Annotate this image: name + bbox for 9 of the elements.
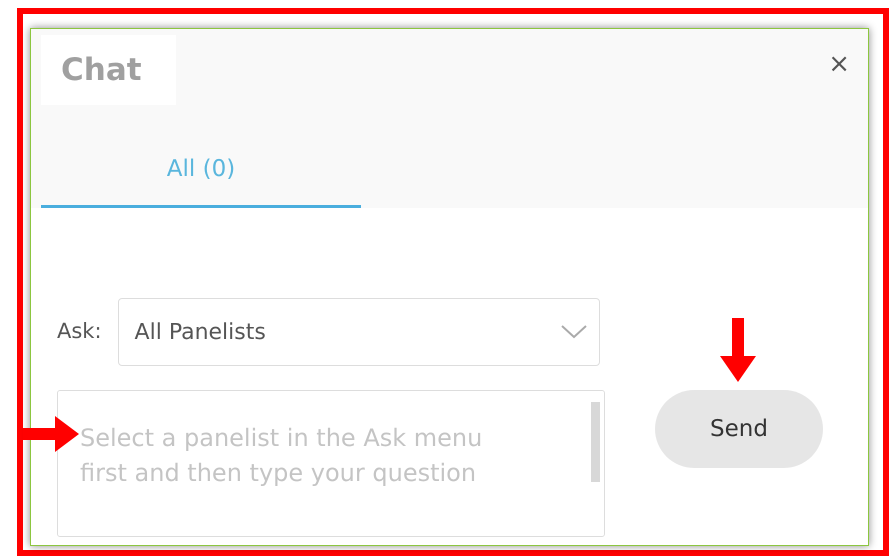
chevron-icon: [560, 325, 587, 339]
panel-title: Chat: [41, 35, 176, 105]
close-button[interactable]: ×: [828, 51, 850, 77]
question-field[interactable]: Select a panelist in the Ask menu first and then type your question: [57, 390, 605, 537]
right-arrow-icon: [23, 414, 79, 454]
down-arrow-icon: [718, 318, 758, 382]
ask-dropdown[interactable]: All Panelists: [118, 298, 600, 366]
ask-label: Ask:: [57, 318, 102, 346]
send-button[interactable]: Send: [655, 390, 823, 468]
